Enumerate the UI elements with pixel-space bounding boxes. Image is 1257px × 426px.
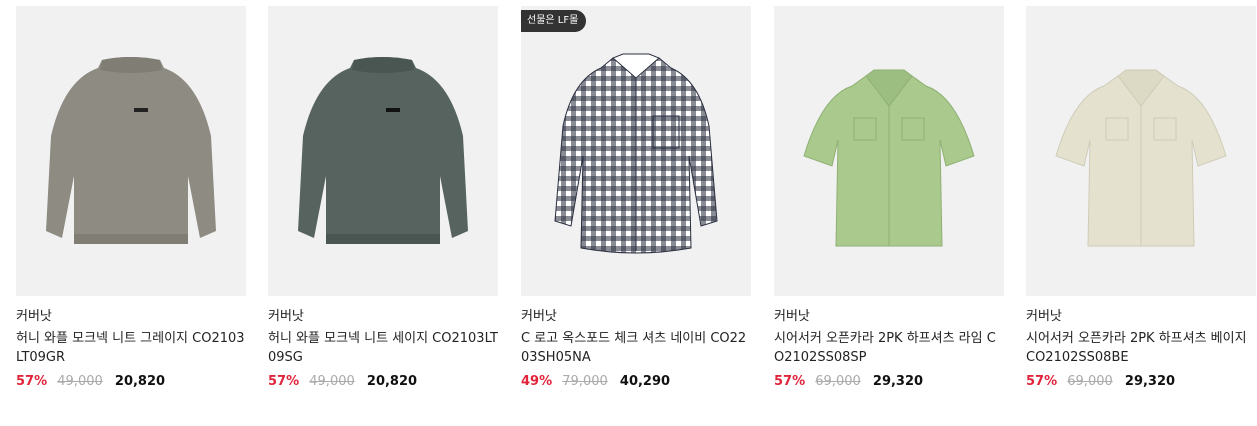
sale-price: 40,290 [619, 374, 671, 389]
product-grid: 커버낫 허니 와플 모크넥 니트 그레이지 CO2103LT09GR 57% 4… [16, 6, 1256, 416]
product-image[interactable] [1026, 6, 1256, 296]
product-image[interactable] [16, 6, 246, 296]
sale-price: 29,320 [872, 374, 924, 389]
discount-rate: 57% [268, 374, 300, 389]
brand-label: 커버낫 [774, 309, 810, 324]
product-card[interactable]: 커버낫 허니 와플 모크넥 니트 그레이지 CO2103LT09GR 57% 4… [16, 6, 246, 391]
product-card[interactable]: 커버낫 시어서커 오픈카라 2PK 하프셔츠 라임 CO2102SS08SP 5… [774, 6, 1004, 391]
product-title[interactable]: 시어서커 오픈카라 2PK 하프셔츠 라임 CO2102SS08SP [774, 329, 1004, 367]
discount-rate: 57% [774, 374, 806, 389]
sweater-image [46, 57, 216, 244]
original-price: 49,000 [57, 374, 103, 389]
discount-rate: 57% [1026, 374, 1058, 389]
price-row: 49% 79,000 40,290 [521, 373, 751, 391]
product-image[interactable] [774, 6, 1004, 296]
original-price: 49,000 [309, 374, 355, 389]
discount-rate: 49% [521, 374, 553, 389]
product-image[interactable]: 선물은 LF몰 [521, 6, 751, 296]
product-card[interactable]: 커버낫 허니 와플 모크넥 니트 세이지 CO2103LT09SG 57% 49… [268, 6, 498, 391]
original-price: 69,000 [1067, 374, 1113, 389]
half-shirt-image [1055, 69, 1227, 247]
original-price: 69,000 [815, 374, 861, 389]
price-row: 57% 49,000 20,820 [268, 373, 498, 391]
price-row: 57% 69,000 29,320 [774, 373, 1004, 391]
product-image[interactable] [268, 6, 498, 296]
brand-label: 커버낫 [521, 309, 557, 324]
brand-label: 커버낫 [268, 309, 304, 324]
sale-price: 20,820 [114, 374, 166, 389]
product-title[interactable]: 허니 와플 모크넥 니트 세이지 CO2103LT09SG [268, 329, 498, 367]
product-card[interactable]: 커버낫 시어서커 오픈카라 2PK 하프셔츠 베이지 CO2102SS08BE … [1026, 6, 1256, 391]
product-title[interactable]: C 로고 옥스포드 체크 셔츠 네이비 CO2203SH05NA [521, 329, 751, 367]
price-row: 57% 69,000 29,320 [1026, 373, 1256, 391]
brand-label: 커버낫 [16, 309, 52, 324]
product-title[interactable]: 시어서커 오픈카라 2PK 하프셔츠 베이지 CO2102SS08BE [1026, 329, 1256, 367]
original-price: 79,000 [562, 374, 608, 389]
sale-price: 29,320 [1124, 374, 1176, 389]
sale-price: 20,820 [366, 374, 418, 389]
promo-badge: 선물은 LF몰 [521, 10, 587, 32]
price-row: 57% 49,000 20,820 [16, 373, 246, 391]
sweater-image [298, 57, 468, 244]
brand-label: 커버낫 [1026, 309, 1062, 324]
product-title[interactable]: 허니 와플 모크넥 니트 그레이지 CO2103LT09GR [16, 329, 246, 367]
check-shirt-image [554, 53, 718, 254]
discount-rate: 57% [16, 374, 48, 389]
half-shirt-image [803, 69, 975, 247]
product-card[interactable]: 선물은 LF몰 커버낫 C 로고 옥스포드 체크 셔츠 네이비 CO2203SH… [521, 6, 751, 391]
